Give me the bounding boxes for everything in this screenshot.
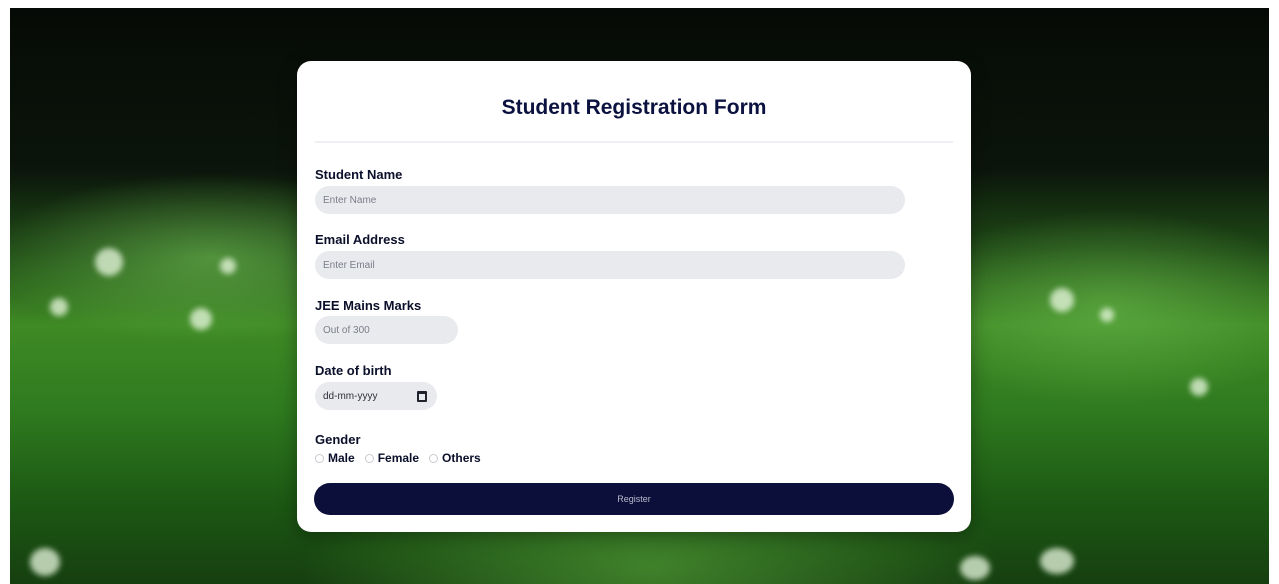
radio-button[interactable]: [364, 453, 374, 463]
bokeh-light: [190, 308, 212, 330]
gender-option-female[interactable]: Female: [364, 451, 420, 465]
title-divider: [315, 141, 953, 143]
bokeh-light: [1040, 548, 1074, 574]
form-title: Student Registration Form: [501, 96, 767, 119]
bokeh-light: [1190, 378, 1208, 396]
jee-marks-input[interactable]: Out of 300: [315, 316, 458, 344]
registration-card: Student Registration Form Student Name E…: [297, 61, 971, 532]
bokeh-light: [95, 248, 123, 276]
dob-placeholder: dd-mm-yyyy: [323, 390, 378, 402]
gender-options: Male Female Others: [315, 451, 491, 465]
email-input[interactable]: Enter Email: [315, 251, 905, 279]
bokeh-light: [960, 556, 990, 580]
student-name-input[interactable]: Enter Name: [315, 186, 905, 214]
bokeh-light: [1050, 288, 1074, 312]
dob-input[interactable]: dd-mm-yyyy: [315, 382, 437, 410]
gender-option-label: Male: [328, 451, 355, 465]
gender-option-male[interactable]: Male: [315, 451, 355, 465]
email-label: Email Address: [315, 232, 405, 247]
radio-button[interactable]: [315, 453, 324, 463]
gender-option-others[interactable]: Others: [429, 451, 481, 465]
radio-button[interactable]: [429, 453, 439, 463]
gender-option-label: Others: [442, 451, 481, 465]
bokeh-light: [1100, 308, 1114, 322]
student-name-label: Student Name: [315, 167, 403, 182]
gender-label: Gender: [315, 432, 361, 447]
student-name-placeholder: Enter Name: [323, 194, 377, 206]
bokeh-light: [50, 298, 68, 316]
email-placeholder: Enter Email: [323, 259, 375, 271]
jee-marks-placeholder: Out of 300: [323, 324, 370, 336]
calendar-icon[interactable]: [417, 390, 427, 402]
dob-label: Date of birth: [315, 363, 392, 378]
bokeh-light: [30, 548, 60, 576]
gender-option-label: Female: [377, 451, 420, 465]
jee-marks-label: JEE Mains Marks: [315, 298, 422, 313]
bokeh-light: [220, 258, 236, 274]
register-button[interactable]: Register: [314, 483, 954, 515]
